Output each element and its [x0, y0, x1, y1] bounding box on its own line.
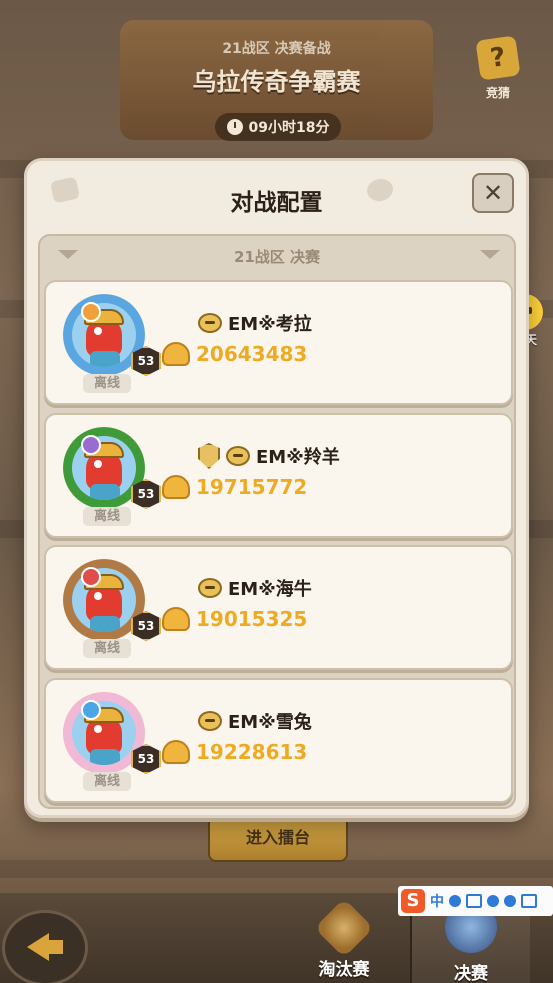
status-badge: 离线 [83, 772, 131, 791]
name-row: EM※雪兔 [198, 708, 312, 734]
power-row: 20643483 [162, 342, 307, 366]
finals-panel: 21战区 决赛 53 离线 EM※考拉 20643483 53 离线 EM※羚羊… [38, 234, 516, 809]
power-row: 19228613 [162, 740, 307, 764]
level-badge: 53 [131, 479, 161, 509]
element-badge-icon [81, 567, 101, 587]
user-icon[interactable] [487, 895, 499, 907]
clock-icon [226, 119, 243, 135]
power-value: 19715772 [196, 475, 308, 499]
muscle-arm-icon [162, 607, 190, 631]
guess-label: 竞猜 [485, 86, 510, 100]
close-icon: ✕ [482, 179, 504, 207]
player-card[interactable]: 53 离线 EM※雪兔 19228613 [44, 678, 513, 803]
player-card[interactable]: 53 离线 EM※海牛 19015325 [44, 545, 513, 670]
ime-toolbar[interactable]: S 中 [398, 886, 553, 916]
emoji-face-icon [198, 711, 222, 731]
enter-arena-button[interactable]: 进入擂台 [208, 816, 348, 862]
player-name: EM※考拉 [228, 314, 312, 335]
tab-knockout[interactable]: 淘汰赛 [285, 893, 403, 983]
back-button[interactable] [2, 910, 88, 983]
guild-shield-icon [198, 443, 220, 469]
countdown-text: 09小时18分 [248, 120, 330, 136]
bg-stripe [0, 860, 553, 878]
player-avatar[interactable]: 53 [63, 294, 161, 376]
level-badge: 53 [131, 346, 161, 376]
player-avatar[interactable]: 53 [63, 559, 161, 641]
dialog-title: 对战配置 [230, 190, 323, 216]
name-row: EM※羚羊 [198, 443, 340, 469]
power-value: 19015325 [196, 607, 308, 631]
player-name: EM※雪兔 [228, 712, 312, 733]
power-row: 19715772 [162, 475, 307, 499]
emoji-face-icon [198, 578, 222, 598]
element-badge-icon [81, 700, 101, 720]
battle-config-dialog: 对战配置 ✕ 21战区 决赛 53 离线 EM※考拉 20643483 53 离… [24, 158, 529, 818]
element-badge-icon [81, 302, 101, 322]
player-avatar[interactable]: 53 [63, 427, 161, 509]
level-badge: 53 [131, 611, 161, 641]
keyboard-icon[interactable] [466, 894, 482, 908]
close-button[interactable]: ✕ [472, 173, 514, 213]
status-badge: 离线 [83, 639, 131, 658]
player-name: EM※羚羊 [256, 447, 340, 468]
emoji-face-icon [198, 313, 222, 333]
status-badge: 离线 [83, 507, 131, 526]
player-avatar[interactable]: 53 [63, 692, 161, 774]
power-value: 19228613 [196, 740, 308, 764]
section-title: 21战区 决赛 [233, 248, 321, 266]
muscle-arm-icon [162, 475, 190, 499]
grid-icon[interactable] [521, 894, 537, 908]
element-badge-icon [81, 435, 101, 455]
player-card[interactable]: 53 离线 EM※羚羊 19715772 [44, 413, 513, 538]
name-row: EM※考拉 [198, 310, 312, 336]
power-value: 20643483 [196, 342, 308, 366]
guess-button[interactable]: ? 竞猜 [470, 35, 526, 108]
sogou-logo-icon: S [401, 889, 425, 913]
crossed-swords-icon [314, 898, 374, 958]
question-hand-icon: ? [475, 35, 521, 81]
skin-icon[interactable] [504, 895, 516, 907]
event-subtitle: 21战区 决赛备战 [222, 41, 331, 57]
countdown-timer: 09小时18分 [215, 113, 341, 141]
player-card[interactable]: 53 离线 EM※考拉 20643483 [44, 280, 513, 405]
muscle-arm-icon [162, 342, 190, 366]
muscle-arm-icon [162, 740, 190, 764]
player-name: EM※海牛 [228, 579, 312, 600]
power-row: 19015325 [162, 607, 307, 631]
status-badge: 离线 [83, 374, 131, 393]
event-title: 乌拉传奇争霸赛 [192, 68, 361, 96]
ime-mode-label[interactable]: 中 [430, 891, 444, 911]
punctuation-icon[interactable] [449, 895, 461, 907]
level-badge: 53 [131, 744, 161, 774]
name-row: EM※海牛 [198, 575, 312, 601]
tab-knockout-label: 淘汰赛 [318, 960, 370, 980]
tab-final-label: 决赛 [454, 964, 488, 983]
emoji-face-icon [226, 446, 250, 466]
